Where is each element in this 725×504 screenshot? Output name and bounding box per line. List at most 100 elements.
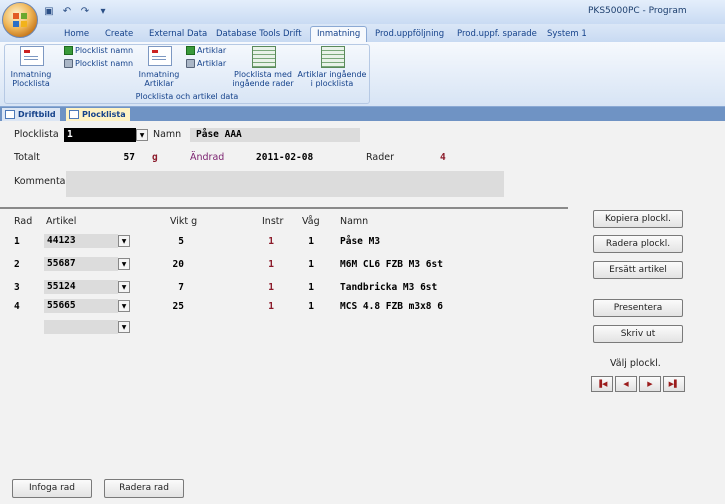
row-instr: 1 <box>268 236 274 247</box>
totalt-unit: g <box>152 152 158 163</box>
artiklar-print-button[interactable]: Artiklar <box>186 59 226 68</box>
namn-field[interactable]: Påse AAA <box>190 128 360 142</box>
plocklista-value: 1 <box>67 129 73 140</box>
plocklist-namn-print-label: Plocklist namn <box>75 59 134 68</box>
doc-tab-plocklista[interactable]: Plocklista <box>66 108 130 121</box>
col-header-namn: Namn <box>340 216 369 227</box>
row-vag: 1 <box>308 236 314 247</box>
plocklist-namn-button[interactable]: Plocklist namn <box>64 46 133 55</box>
artiklar-label: Artiklar <box>197 46 227 55</box>
chevron-down-icon[interactable]: ▼ <box>118 321 130 333</box>
row-artikel: 55665 <box>47 300 76 311</box>
kommentar-field[interactable] <box>66 171 504 197</box>
ribbon-tabs: Home Create External Data Database Tools… <box>0 24 725 43</box>
row-vag: 1 <box>308 259 314 270</box>
plocklist-namn-label: Plocklist namn <box>75 46 134 55</box>
table-row: 2 55687 ▼ 20 1 1 M6M CL6 FZB M3 6st <box>0 257 560 277</box>
app-title: PKS5000PC - Program <box>588 6 687 16</box>
plocklista-combo[interactable]: 1 <box>64 128 136 142</box>
tab-home[interactable]: Home <box>58 27 95 42</box>
chevron-down-icon[interactable]: ▼ <box>118 281 130 293</box>
chevron-down-icon[interactable]: ▼ <box>118 235 130 247</box>
last-record-icon[interactable]: ▶▌ <box>663 376 685 392</box>
artiklar-ingaende-label: Artiklar ingående i plocklista <box>297 70 367 88</box>
chevron-down-icon[interactable]: ▼ <box>118 300 130 312</box>
andrad-label: Ändrad <box>190 152 225 163</box>
quick-access-toolbar: ▣ ↶ ↷ ▾ <box>42 4 110 20</box>
chevron-down-icon[interactable]: ▼ <box>136 129 148 141</box>
row-namn: Tandbricka M3 6st <box>340 282 438 293</box>
infoga-rad-button[interactable]: Infoga rad <box>12 479 92 498</box>
kopiera-plockl-button[interactable]: Kopiera plockl. <box>593 210 683 228</box>
tab-prod-uppfoljning[interactable]: Prod.uppföljning <box>369 27 450 42</box>
tab-system-1[interactable]: System 1 <box>541 27 593 42</box>
artikel-combo[interactable]: 55124 <box>44 280 118 294</box>
skriv-ut-button[interactable]: Skriv ut <box>593 325 683 343</box>
col-header-rad: Rad <box>14 216 33 227</box>
artikel-combo[interactable]: 55687 <box>44 257 118 271</box>
artikel-combo[interactable]: 55665 <box>44 299 118 313</box>
plocklista-label: Plocklista <box>14 129 59 140</box>
artiklar-print-label: Artiklar <box>197 59 227 68</box>
plocklist-namn-print-button[interactable]: Plocklist namn <box>64 59 133 68</box>
table-row: 3 55124 ▼ 7 1 1 Tandbricka M3 6st <box>0 280 560 300</box>
inmatning-plocklista-label: Inmatning Plocklista <box>10 70 52 88</box>
row-namn: MCS 4.8 FZB m3x8 6 <box>340 301 443 312</box>
row-artikel: 44123 <box>47 235 76 246</box>
report-icon <box>321 46 345 68</box>
namn-label: Namn <box>153 129 182 140</box>
save-icon[interactable]: ▣ <box>42 5 56 19</box>
artikel-combo-new[interactable] <box>44 320 118 334</box>
printer-icon <box>64 59 73 68</box>
totalt-label: Totalt <box>14 152 40 163</box>
office-button[interactable] <box>2 2 38 38</box>
col-header-instr: Instr <box>262 216 284 227</box>
form-icon <box>20 46 44 66</box>
radera-plockl-button[interactable]: Radera plockl. <box>593 235 683 253</box>
ribbon-group-label: Plocklista och artikel data <box>135 92 239 101</box>
row-rad: 4 <box>14 301 20 312</box>
datasheet-icon <box>186 46 195 55</box>
doc-tab-label: Driftbild <box>18 110 56 119</box>
row-vikt: 5 <box>178 236 184 247</box>
first-record-icon[interactable]: ▐◀ <box>591 376 613 392</box>
artikel-combo[interactable]: 44123 <box>44 234 118 248</box>
form-icon <box>5 110 15 119</box>
printer-icon <box>186 59 195 68</box>
row-artikel: 55687 <box>47 258 76 269</box>
chevron-down-icon[interactable]: ▼ <box>118 258 130 270</box>
radera-rad-button[interactable]: Radera rad <box>104 479 184 498</box>
col-header-vikt: Vikt g <box>170 216 198 227</box>
kommentar-label: Kommentar <box>14 176 70 187</box>
tab-database-tools[interactable]: Database Tools <box>210 27 286 42</box>
ersatt-artikel-button[interactable]: Ersätt artikel <box>593 261 683 279</box>
table-row: 4 55665 ▼ 25 1 1 MCS 4.8 FZB m3x8 6 <box>0 299 560 319</box>
tab-prod-uppf-sparade[interactable]: Prod.uppf. sparade <box>451 27 543 42</box>
row-vag: 1 <box>308 301 314 312</box>
andrad-value: 2011-02-08 <box>256 152 314 163</box>
redo-icon[interactable]: ↷ <box>78 5 92 19</box>
artiklar-button[interactable]: Artiklar <box>186 46 226 55</box>
divider <box>0 207 568 209</box>
tab-drift[interactable]: Drift <box>277 27 308 42</box>
tab-inmatning[interactable]: Inmatning <box>310 26 368 43</box>
row-vag: 1 <box>308 282 314 293</box>
undo-icon[interactable]: ↶ <box>60 5 74 19</box>
totalt-value: 57 <box>123 152 135 163</box>
inmatning-artiklar-label: Inmatning Artiklar <box>138 70 180 88</box>
prev-record-icon[interactable]: ◀ <box>615 376 637 392</box>
form-icon <box>69 110 79 119</box>
row-vikt: 20 <box>172 259 184 270</box>
row-instr: 1 <box>268 259 274 270</box>
row-namn: Påse M3 <box>340 236 381 247</box>
customize-qat-icon[interactable]: ▾ <box>96 5 110 19</box>
tab-create[interactable]: Create <box>99 27 139 42</box>
row-rad: 3 <box>14 282 20 293</box>
tab-external-data[interactable]: External Data <box>143 27 213 42</box>
plocklista-med-rader-label: Plocklista med ingående rader <box>232 70 294 88</box>
doc-tab-driftbild[interactable]: Driftbild <box>2 108 60 121</box>
row-namn: M6M CL6 FZB M3 6st <box>340 259 443 270</box>
next-record-icon[interactable]: ▶ <box>639 376 661 392</box>
row-vikt: 25 <box>172 301 184 312</box>
presentera-button[interactable]: Presentera <box>593 299 683 317</box>
